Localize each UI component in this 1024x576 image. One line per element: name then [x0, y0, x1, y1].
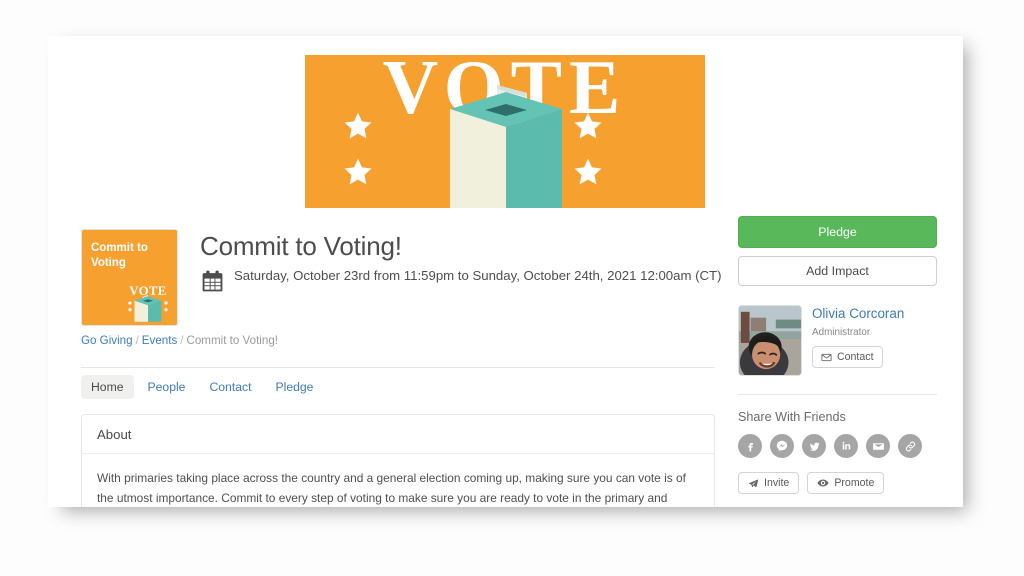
breadcrumb-divider	[81, 367, 715, 368]
about-card-header: About	[82, 415, 714, 454]
promote-button-label: Promote	[834, 477, 875, 489]
breadcrumb: Go Giving / Events / Commit to Voting!	[81, 334, 278, 347]
share-icons-row	[738, 434, 937, 458]
envelope-icon	[821, 353, 832, 361]
about-text: With primaries taking place across the c…	[97, 471, 686, 506]
event-banner-image: VOTE	[305, 55, 705, 208]
calendar-icon	[202, 270, 223, 292]
page-title: Commit to Voting!	[200, 231, 402, 261]
banner-star-icon	[344, 112, 372, 139]
banner-star-icon	[574, 158, 602, 185]
about-heading: About	[97, 427, 132, 442]
ballot-box-illustration	[450, 85, 562, 208]
paper-plane-icon	[748, 478, 759, 487]
event-date-row: Saturday, October 23rd from 11:59pm to S…	[200, 267, 760, 294]
contact-button[interactable]: Contact	[812, 346, 883, 368]
tab-pledge[interactable]: Pledge	[265, 375, 323, 399]
thumbnail-ballot-box-icon: VOTE	[128, 284, 168, 322]
about-card-body: With primaries taking place across the c…	[82, 454, 714, 507]
add-impact-button[interactable]: Add Impact	[738, 256, 937, 286]
promo-buttons-row: Invite Promote	[738, 472, 937, 494]
organizer-block: Olivia Corcoran Administrator Contact	[738, 305, 937, 376]
facebook-icon[interactable]	[738, 434, 762, 458]
breadcrumb-item-events[interactable]: Events	[142, 334, 177, 347]
breadcrumb-separator: /	[180, 334, 184, 347]
tab-home[interactable]: Home	[81, 375, 134, 399]
tab-people[interactable]: People	[138, 375, 196, 399]
breadcrumb-item-current: Commit to Voting!	[186, 334, 278, 347]
event-sidebar: Pledge Add Impact Olivia Corcoran Admini…	[738, 216, 937, 494]
avatar	[738, 305, 802, 376]
linkedin-icon[interactable]	[834, 434, 858, 458]
pledge-button[interactable]: Pledge	[738, 216, 937, 248]
invite-button[interactable]: Invite	[738, 472, 800, 494]
banner-star-icon	[344, 158, 372, 185]
organizer-name-link[interactable]: Olivia Corcoran	[812, 306, 904, 321]
link-icon[interactable]	[898, 434, 922, 458]
breadcrumb-item-go-giving[interactable]: Go Giving	[81, 334, 133, 347]
share-heading: Share With Friends	[738, 410, 846, 424]
eye-icon	[817, 479, 829, 487]
contact-button-label: Contact	[837, 351, 874, 363]
invite-button-label: Invite	[764, 477, 790, 489]
organizer-role: Administrator	[812, 327, 871, 338]
event-date-text: Saturday, October 23rd from 11:59pm to S…	[234, 268, 722, 283]
twitter-icon[interactable]	[802, 434, 826, 458]
organizer-info: Olivia Corcoran Administrator Contact	[812, 305, 904, 376]
email-icon[interactable]	[866, 434, 890, 458]
event-thumbnail-title: Commit to Voting	[91, 242, 148, 270]
event-tabs: Home People Contact Pledge	[81, 375, 323, 399]
sidebar-divider	[738, 394, 937, 395]
event-page: VOTE	[48, 36, 963, 507]
tab-contact[interactable]: Contact	[199, 375, 261, 399]
event-thumbnail[interactable]: Commit to Voting VOTE	[81, 229, 178, 326]
messenger-icon[interactable]	[770, 434, 794, 458]
promote-button[interactable]: Promote	[807, 472, 885, 494]
breadcrumb-separator: /	[135, 334, 139, 347]
about-card: About With primaries taking place across…	[81, 414, 715, 507]
banner-star-icon	[574, 112, 602, 139]
